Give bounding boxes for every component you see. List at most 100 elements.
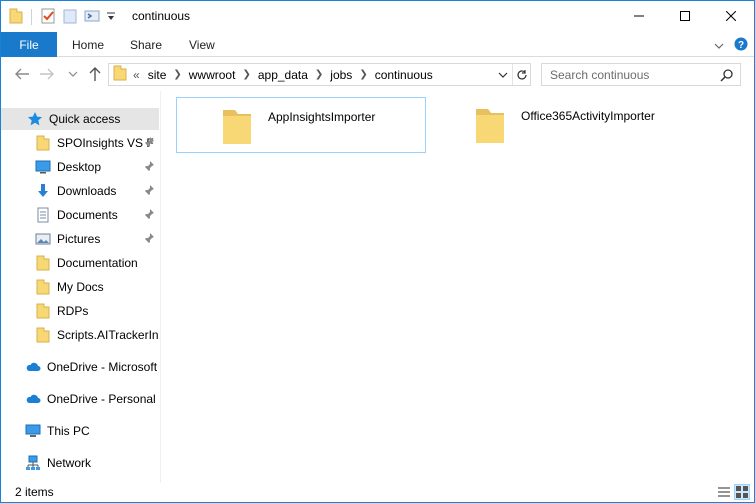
folder-icon bbox=[35, 255, 51, 271]
close-icon bbox=[726, 11, 736, 21]
close-button[interactable] bbox=[708, 1, 754, 31]
folder-icon bbox=[9, 8, 23, 27]
maximize-button[interactable] bbox=[662, 1, 708, 31]
sidebar-item-label: Documentation bbox=[57, 256, 138, 270]
pin-icon[interactable] bbox=[143, 160, 155, 175]
star-icon bbox=[27, 111, 43, 127]
help-button[interactable]: ? bbox=[734, 37, 748, 54]
navigation-bar: « site ❯ wwwroot ❯ app_data ❯ jobs ❯ con… bbox=[1, 58, 754, 90]
search-icon[interactable] bbox=[720, 68, 734, 85]
file-explorer-window: continuous File Home Share View ? « site… bbox=[0, 0, 755, 503]
sidebar-item-label: RDPs bbox=[57, 304, 89, 318]
status-bar: 2 items bbox=[1, 483, 754, 502]
forward-button[interactable] bbox=[37, 64, 57, 84]
desktop-icon bbox=[35, 159, 51, 175]
properties-icon[interactable] bbox=[40, 8, 56, 27]
help-icon: ? bbox=[734, 37, 748, 51]
tab-home[interactable]: Home bbox=[72, 32, 104, 57]
refresh-icon bbox=[516, 69, 527, 80]
breadcrumb-separator-icon[interactable]: ❯ bbox=[312, 69, 326, 80]
documents-icon bbox=[35, 207, 51, 223]
chevron-down-icon bbox=[498, 72, 508, 78]
quick-access-toolbar bbox=[9, 7, 116, 27]
pin-icon[interactable] bbox=[143, 136, 155, 151]
tiles-view-button[interactable] bbox=[734, 484, 750, 500]
folder-item-appinsightsimporter[interactable]: AppInsightsImporter bbox=[176, 97, 426, 153]
sidebar-item-documents[interactable]: Documents bbox=[1, 204, 159, 226]
customize-toolbar-icon[interactable] bbox=[106, 8, 116, 27]
sidebar-item-label: OneDrive - Microsoft bbox=[47, 360, 158, 374]
breadcrumb-separator-icon[interactable]: ❯ bbox=[239, 69, 253, 80]
pictures-icon bbox=[35, 231, 51, 247]
breadcrumb-separator-icon[interactable]: ❯ bbox=[356, 69, 370, 80]
svg-text:?: ? bbox=[738, 40, 744, 51]
details-view-icon bbox=[718, 487, 730, 497]
navigation-pane: Quick access SPOInsights VS F Desktop Do… bbox=[1, 98, 159, 483]
folder-icon bbox=[35, 279, 51, 295]
sidebar-item-label: This PC bbox=[47, 424, 90, 438]
ribbon-tabs: File Home Share View ? bbox=[1, 32, 754, 57]
sidebar-item-quick-access[interactable]: Quick access bbox=[1, 108, 159, 130]
breadcrumb-site[interactable]: site bbox=[144, 68, 171, 82]
pane-divider[interactable] bbox=[160, 91, 161, 483]
breadcrumb-app-data[interactable]: app_data bbox=[254, 68, 312, 82]
sidebar-item-label: Documents bbox=[57, 208, 118, 222]
expand-ribbon-button[interactable] bbox=[714, 39, 724, 53]
new-folder-icon[interactable] bbox=[62, 8, 78, 27]
tiles-view-icon bbox=[736, 486, 748, 498]
breadcrumb-separator-icon[interactable]: ❯ bbox=[170, 69, 184, 80]
breadcrumb-overflow[interactable]: « bbox=[129, 68, 144, 82]
pin-icon[interactable] bbox=[143, 232, 155, 247]
folder-icon bbox=[113, 65, 127, 84]
sidebar-item-onedrive-microsoft[interactable]: OneDrive - Microsoft bbox=[1, 356, 159, 378]
search-placeholder: Search continuous bbox=[550, 67, 650, 82]
up-button[interactable] bbox=[85, 64, 105, 84]
sidebar-item-label: Downloads bbox=[57, 184, 117, 198]
item-count: 2 items bbox=[15, 485, 54, 499]
recent-locations-button[interactable] bbox=[63, 64, 83, 84]
folder-icon bbox=[35, 135, 51, 151]
onedrive-icon bbox=[25, 391, 41, 407]
sidebar-item-documentation[interactable]: Documentation bbox=[1, 252, 159, 274]
window-title: continuous bbox=[132, 9, 191, 23]
rename-icon[interactable] bbox=[84, 8, 100, 27]
arrow-left-icon bbox=[15, 68, 29, 80]
pin-icon[interactable] bbox=[143, 208, 155, 223]
address-dropdown-button[interactable] bbox=[494, 64, 512, 85]
sidebar-item-desktop[interactable]: Desktop bbox=[1, 156, 159, 178]
sidebar-item-scripts[interactable]: Scripts.AITrackerIns bbox=[1, 324, 159, 346]
download-icon bbox=[35, 183, 51, 199]
pin-icon[interactable] bbox=[143, 184, 155, 199]
view-toggles bbox=[716, 484, 750, 500]
file-list: AppInsightsImporter Office365ActivityImp… bbox=[162, 91, 754, 483]
sidebar-item-downloads[interactable]: Downloads bbox=[1, 180, 159, 202]
minimize-button[interactable] bbox=[616, 1, 662, 31]
tab-share[interactable]: Share bbox=[130, 32, 162, 57]
sidebar-item-label: Quick access bbox=[49, 112, 121, 126]
sidebar-item-label: Pictures bbox=[57, 232, 101, 246]
refresh-button[interactable] bbox=[512, 64, 530, 85]
sidebar-item-pictures[interactable]: Pictures bbox=[1, 228, 159, 250]
folder-icon bbox=[474, 105, 506, 148]
sidebar-item-onedrive-personal[interactable]: OneDrive - Personal bbox=[1, 388, 159, 410]
back-button[interactable] bbox=[12, 64, 32, 84]
sidebar-item-spoinsights[interactable]: SPOInsights VS F bbox=[1, 132, 159, 154]
sidebar-item-label: Network bbox=[47, 456, 92, 470]
breadcrumb-wwwroot[interactable]: wwwroot bbox=[185, 68, 240, 82]
arrow-up-icon bbox=[89, 67, 101, 81]
sidebar-item-rdps[interactable]: RDPs bbox=[1, 300, 159, 322]
search-input[interactable]: Search continuous bbox=[541, 63, 741, 86]
maximize-icon bbox=[680, 11, 690, 21]
sidebar-item-this-pc[interactable]: This PC bbox=[1, 420, 159, 442]
sidebar-item-label: Desktop bbox=[57, 160, 102, 174]
tab-file[interactable]: File bbox=[1, 32, 57, 57]
breadcrumb-jobs[interactable]: jobs bbox=[326, 68, 356, 82]
sidebar-item-network[interactable]: Network bbox=[1, 452, 159, 474]
tab-view[interactable]: View bbox=[189, 32, 215, 57]
details-view-button[interactable] bbox=[716, 484, 732, 500]
sidebar-item-my-docs[interactable]: My Docs bbox=[1, 276, 159, 298]
folder-item-office365activityimporter[interactable]: Office365ActivityImporter bbox=[430, 97, 680, 153]
breadcrumb-continuous[interactable]: continuous bbox=[371, 68, 437, 82]
address-bar[interactable]: « site ❯ wwwroot ❯ app_data ❯ jobs ❯ con… bbox=[108, 63, 531, 86]
toolbar-divider bbox=[31, 9, 32, 25]
